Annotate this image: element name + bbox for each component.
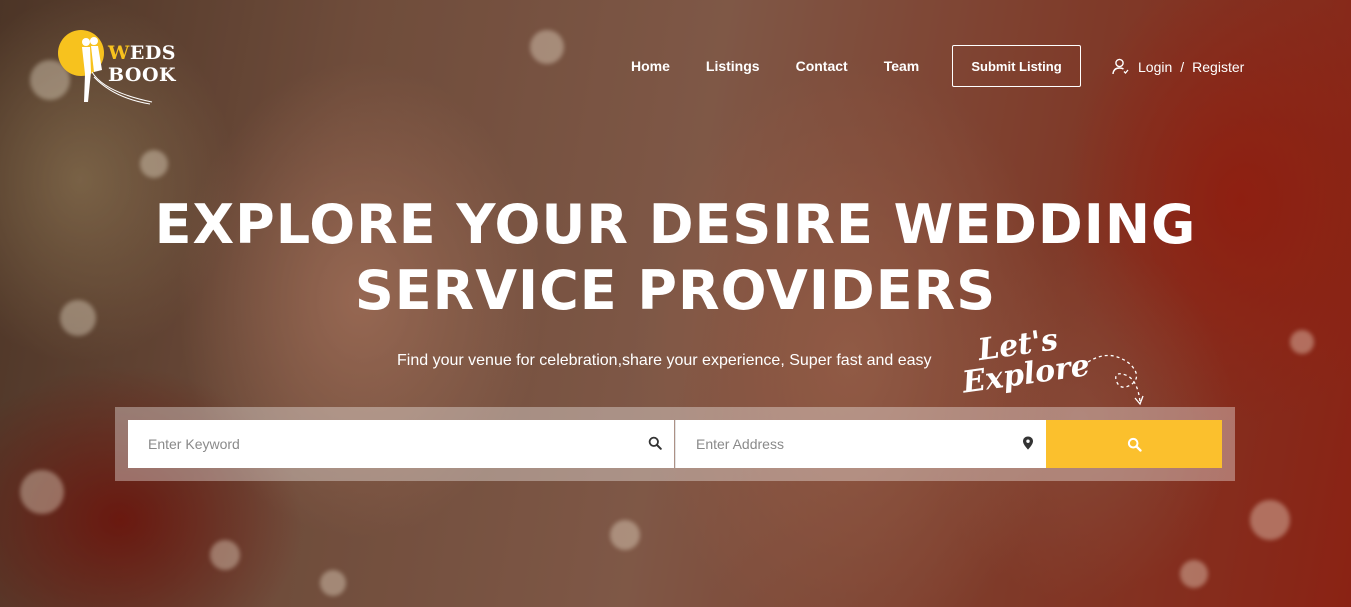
nav-contact[interactable]: Contact	[796, 58, 848, 74]
nav-team[interactable]: Team	[884, 58, 920, 74]
keyword-input[interactable]	[128, 419, 674, 469]
headline-line-1: EXPLORE YOUR DESIRE WEDDING	[154, 193, 1197, 256]
search-icon	[648, 436, 662, 450]
submit-listing-button[interactable]: Submit Listing	[952, 45, 1081, 87]
brand-name: WEDS BOOK	[108, 42, 177, 86]
keyword-field	[128, 419, 674, 469]
hero-headline: EXPLORE YOUR DESIRE WEDDING SERVICE PROV…	[0, 192, 1351, 324]
address-field	[675, 419, 1046, 469]
search-bar	[115, 407, 1235, 481]
headline-line-2: SERVICE PROVIDERS	[354, 259, 997, 322]
user-icon	[1112, 58, 1129, 75]
dashed-arrow-icon	[1087, 354, 1144, 406]
search-button[interactable]	[1046, 420, 1222, 468]
nav-listings[interactable]: Listings	[706, 58, 760, 74]
main-nav: Home Listings Contact Team	[631, 58, 955, 74]
register-link[interactable]: Register	[1192, 59, 1244, 75]
login-separator: /	[1180, 58, 1185, 75]
search-icon	[1127, 437, 1142, 452]
brand-logo[interactable]: WEDS BOOK	[56, 28, 246, 108]
address-input[interactable]	[676, 419, 1046, 469]
hero-subtitle: Find your venue for celebration,share yo…	[397, 352, 932, 369]
map-marker-icon	[1022, 436, 1034, 450]
login-link[interactable]: Login	[1138, 59, 1172, 75]
nav-home[interactable]: Home	[631, 58, 670, 74]
login-register: Login / Register	[1112, 58, 1244, 75]
